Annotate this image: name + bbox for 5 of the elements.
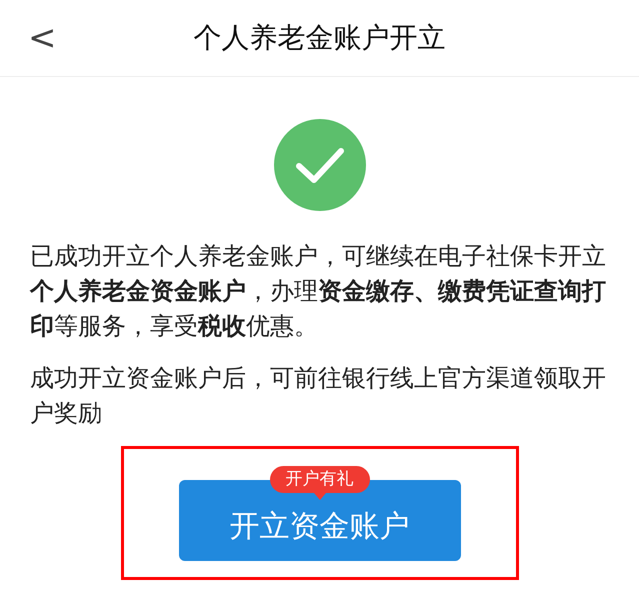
page-title: 个人养老金账户开立: [194, 20, 446, 56]
message-text: 已成功开立个人养老金账户，可继续在电子社保卡开立个人养老金资金账户，办理资金缴存、缴费凭证查询打印等服务，享受税收优惠。: [30, 241, 607, 342]
success-check-icon: [274, 119, 366, 211]
back-button[interactable]: <: [28, 18, 56, 58]
message-text: 成功开立资金账户后，可前往银行线上官方渠道领取开户奖励: [30, 363, 607, 429]
